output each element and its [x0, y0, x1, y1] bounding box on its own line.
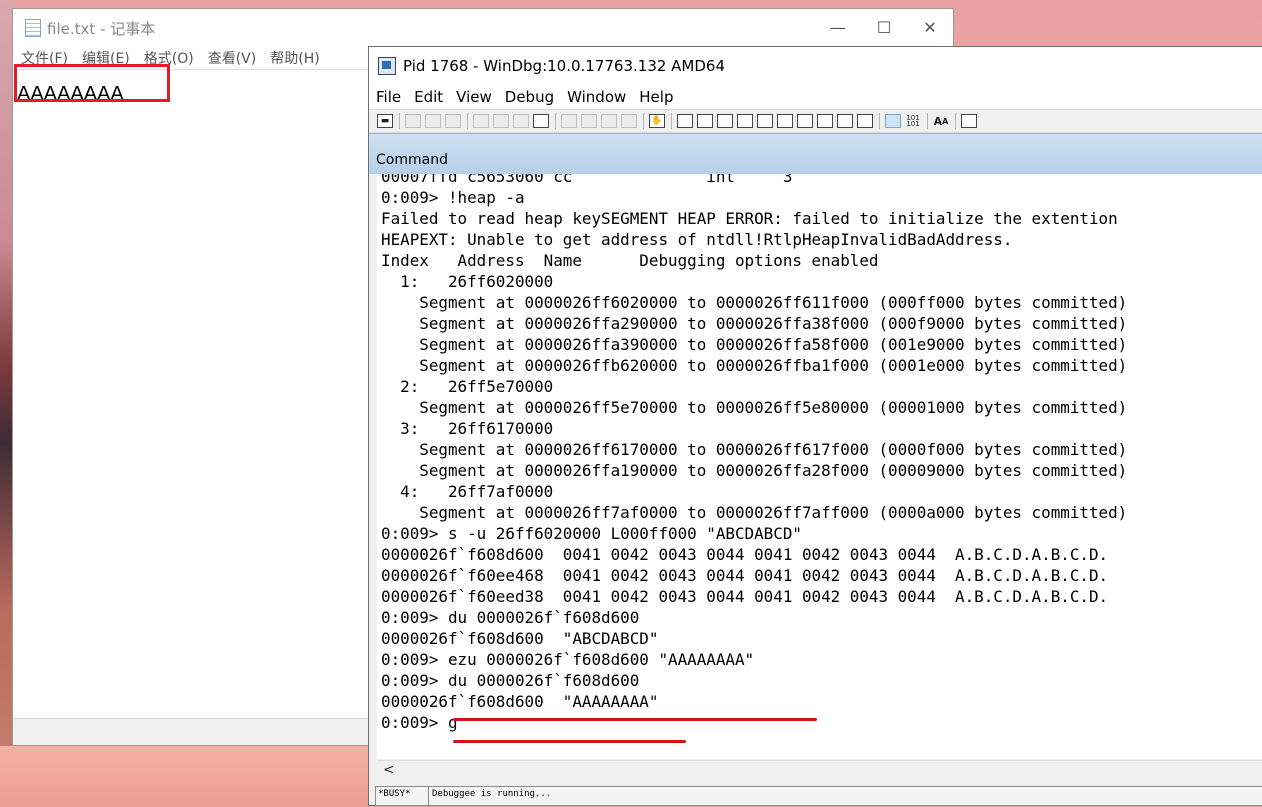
step-over-icon[interactable]: [581, 114, 597, 128]
copy-icon[interactable]: [425, 114, 441, 128]
output-line: Segment at 0000026ffa190000 to 0000026ff…: [381, 461, 1128, 480]
status-message: Debuggee is running...: [429, 786, 1262, 806]
step-out-icon[interactable]: [601, 114, 617, 128]
horizontal-scrollbar[interactable]: <: [377, 760, 1262, 781]
windbg-window[interactable]: Pid 1768 - WinDbg:10.0.17763.132 AMD64 F…: [368, 46, 1262, 806]
output-line: Segment at 0000026ffa290000 to 0000026ff…: [381, 314, 1128, 333]
source-mode-icon[interactable]: [857, 114, 873, 128]
output-line: Index Address Name Debugging options ena…: [381, 251, 879, 270]
maximize-button[interactable]: ☐: [861, 9, 907, 45]
paste-icon[interactable]: [445, 114, 461, 128]
options-icon[interactable]: [961, 114, 977, 128]
source-mode-on-icon[interactable]: [885, 114, 901, 128]
watch-window-icon[interactable]: [697, 114, 713, 128]
notepad-title: file.txt - 记事本: [47, 19, 156, 38]
menu-debug[interactable]: Debug: [505, 88, 554, 106]
locals-window-icon[interactable]: [717, 114, 733, 128]
output-line: 2: 26ff5e70000: [381, 377, 554, 396]
toolbar-separator: [879, 113, 880, 129]
toolbar-separator: [399, 113, 400, 129]
call-stack-window-icon[interactable]: [777, 114, 793, 128]
command-pane-header: Command: [369, 133, 1262, 174]
windbg-menubar: File Edit View Debug Window Help: [369, 85, 1262, 109]
output-line: 0:009> g: [381, 713, 458, 732]
output-line: 1: 26ff6020000: [381, 272, 554, 291]
output-line: Segment at 0000026ff7af0000 to 0000026ff…: [381, 503, 1128, 522]
windbg-statusbar: *BUSY* Debuggee is running...: [375, 786, 1262, 807]
output-line: Segment at 0000026ffb620000 to 0000026ff…: [381, 356, 1128, 375]
output-line: 3: 26ff6170000: [381, 419, 554, 438]
output-line: 0:009> du 0000026f`f608d600: [381, 608, 640, 627]
toolbar-separator: [671, 113, 672, 129]
output-line: 0:009> ezu 0000026f`f608d600 "AAAAAAAA": [381, 650, 755, 669]
toolbar-separator: [555, 113, 556, 129]
output-line: 0:009> s -u 26ff6020000 L000ff000 "ABCDA…: [381, 524, 802, 543]
command-window-icon[interactable]: [677, 114, 693, 128]
toolbar-separator: [927, 113, 928, 129]
annotation-underline-du: [453, 740, 686, 743]
menu-file[interactable]: File: [376, 88, 401, 106]
font-icon[interactable]: AA: [933, 114, 949, 128]
toolbar-separator: [955, 113, 956, 129]
output-line: Segment at 0000026ffa390000 to 0000026ff…: [381, 335, 1128, 354]
stop-debugging-icon[interactable]: [513, 114, 529, 128]
break-icon[interactable]: [533, 114, 549, 128]
notepad-titlebar[interactable]: file.txt - 记事本 — ☐ ✕: [13, 9, 953, 47]
menu-window[interactable]: Window: [567, 88, 626, 106]
output-line: 0:009> !heap -a: [381, 188, 525, 207]
memory-window-icon[interactable]: [757, 114, 773, 128]
processes-threads-icon[interactable]: [837, 114, 853, 128]
menu-view[interactable]: 查看(V): [208, 48, 257, 68]
minimize-icon: —: [830, 17, 846, 37]
windbg-toolbar: ▬ ✋ 101 101 AA: [369, 109, 1262, 133]
output-line: 0000026f`f608d600 "ABCDABCD": [381, 629, 659, 648]
command-output-text: 00007ffd c5653060 cc int 3 0:009> !heap -…: [381, 174, 1127, 733]
menu-view[interactable]: View: [456, 88, 492, 106]
output-line: Segment at 0000026ff6170000 to 0000026ff…: [381, 440, 1128, 459]
menu-help[interactable]: Help: [639, 88, 673, 106]
output-line: 0000026f`f608d600 0041 0042 0043 0044 00…: [381, 545, 1109, 564]
disassembly-window-icon[interactable]: [797, 114, 813, 128]
hex-display-icon[interactable]: 101 101: [905, 114, 921, 128]
output-line: 00007ffd c5653060 cc int 3: [381, 174, 793, 186]
open-icon[interactable]: ▬: [377, 114, 393, 128]
command-pane-title: Command: [376, 152, 448, 168]
output-line: 0000026f`f60eed38 0041 0042 0043 0044 00…: [381, 587, 1109, 606]
annotation-underline-ezu: [453, 718, 817, 721]
annotation-highlight-box: [14, 64, 170, 102]
menu-edit[interactable]: Edit: [414, 88, 443, 106]
output-line: 4: 26ff7af0000: [381, 482, 554, 501]
windbg-title: Pid 1768 - WinDbg:10.0.17763.132 AMD64: [403, 57, 726, 75]
output-line: 0000026f`f608d600 "AAAAAAAA": [381, 692, 659, 711]
output-line: HEAPEXT: Unable to get address of ntdll!…: [381, 230, 1013, 249]
go-icon[interactable]: [473, 114, 489, 128]
breakpoint-hand-icon[interactable]: ✋: [649, 114, 665, 128]
maximize-icon: ☐: [876, 17, 892, 37]
windbg-titlebar[interactable]: Pid 1768 - WinDbg:10.0.17763.132 AMD64: [369, 47, 1262, 85]
scroll-left-icon[interactable]: <: [383, 762, 395, 778]
notepad-app-icon: [25, 19, 41, 37]
minimize-button[interactable]: —: [815, 9, 861, 45]
menu-help[interactable]: 帮助(H): [270, 48, 319, 68]
toolbar-separator: [467, 113, 468, 129]
output-line: Segment at 0000026ff6020000 to 0000026ff…: [381, 293, 1128, 312]
restart-icon[interactable]: [493, 114, 509, 128]
windbg-app-icon: [378, 57, 396, 75]
output-line: 0000026f`f60ee468 0041 0042 0043 0044 00…: [381, 566, 1109, 585]
command-output[interactable]: 00007ffd c5653060 cc int 3 0:009> !heap -…: [377, 174, 1262, 759]
output-line: Segment at 0000026ff5e70000 to 0000026ff…: [381, 398, 1128, 417]
output-line: Failed to read heap keySEGMENT HEAP ERRO…: [381, 209, 1118, 228]
cut-icon[interactable]: [405, 114, 421, 128]
toolbar-separator: [643, 113, 644, 129]
scratch-pad-icon[interactable]: [817, 114, 833, 128]
close-icon: ✕: [923, 17, 937, 37]
desktop-background-bottom: [0, 746, 370, 806]
output-line: 0:009> du 0000026f`f608d600: [381, 671, 640, 690]
registers-window-icon[interactable]: [737, 114, 753, 128]
close-button[interactable]: ✕: [907, 9, 953, 45]
busy-indicator: *BUSY*: [375, 786, 429, 806]
run-to-cursor-icon[interactable]: [621, 114, 637, 128]
step-into-icon[interactable]: [561, 114, 577, 128]
